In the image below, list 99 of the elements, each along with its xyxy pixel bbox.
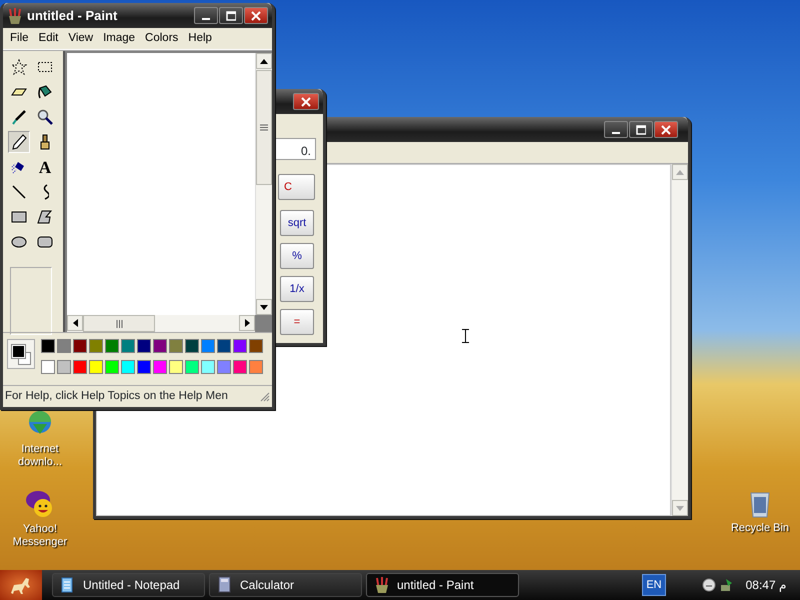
- color-swatch[interactable]: [185, 339, 199, 353]
- ellipse-icon: [11, 234, 27, 250]
- calculator-key[interactable]: C: [278, 174, 315, 200]
- color-swatch[interactable]: [121, 360, 135, 374]
- maximize-button[interactable]: [219, 7, 243, 24]
- maximize-button[interactable]: [629, 121, 653, 138]
- select-icon: [37, 59, 53, 75]
- up-arrow-icon: [676, 170, 684, 174]
- close-button[interactable]: [654, 121, 678, 138]
- calculator-key[interactable]: 1/x: [280, 276, 314, 302]
- close-button[interactable]: [293, 93, 319, 110]
- paint-brushes-icon: [7, 6, 23, 24]
- status-text: For Help, click Help Topics on the Help Men: [4, 388, 229, 404]
- color-swatch[interactable]: [201, 360, 215, 374]
- current-colors-box[interactable]: [7, 339, 35, 369]
- pencil-icon: [11, 134, 27, 150]
- color-swatch[interactable]: [41, 339, 55, 353]
- scroll-right-button[interactable]: [239, 315, 255, 331]
- color-swatch[interactable]: [217, 339, 231, 353]
- color-swatch[interactable]: [153, 339, 167, 353]
- calculator-key[interactable]: =: [280, 309, 314, 335]
- color-swatch[interactable]: [249, 339, 263, 353]
- color-swatch[interactable]: [169, 360, 183, 374]
- minimize-button[interactable]: [194, 7, 218, 24]
- maximize-icon: [226, 10, 236, 20]
- window-title: untitled - Paint: [27, 6, 118, 25]
- close-icon: [251, 10, 261, 20]
- color-swatch[interactable]: [105, 339, 119, 353]
- maximize-icon: [636, 124, 646, 134]
- picker-icon: [11, 109, 27, 125]
- minimize-icon: [612, 132, 620, 134]
- calculator-key[interactable]: %: [280, 243, 314, 269]
- menu-item[interactable]: Colors: [140, 30, 184, 48]
- minimize-button[interactable]: [604, 121, 628, 138]
- color-swatch[interactable]: [217, 360, 231, 374]
- menu-item[interactable]: Image: [98, 30, 140, 48]
- scroll-left-button[interactable]: [67, 315, 83, 331]
- color-swatch[interactable]: [41, 360, 55, 374]
- calculator-key[interactable]: sqrt: [280, 210, 314, 236]
- scroll-thumb[interactable]: [256, 70, 272, 185]
- grip-icon: [260, 124, 268, 131]
- vertical-scrollbar[interactable]: [255, 53, 272, 315]
- rectangle-icon: [11, 209, 27, 225]
- color-swatch[interactable]: [137, 339, 151, 353]
- foreground-color-swatch[interactable]: [12, 345, 25, 358]
- color-swatch[interactable]: [105, 360, 119, 374]
- right-arrow-icon: [244, 319, 250, 327]
- close-button[interactable]: [244, 7, 268, 24]
- magnifier-icon: [37, 109, 53, 125]
- left-arrow-icon: [72, 319, 78, 327]
- curve-icon: [41, 184, 49, 200]
- text-cursor-icon: [462, 329, 469, 343]
- free-select-icon: [11, 59, 27, 75]
- line-icon: [11, 184, 27, 200]
- down-arrow-icon: [260, 304, 268, 310]
- rounded-rectangle-icon: [37, 234, 53, 250]
- color-swatch[interactable]: [169, 339, 183, 353]
- color-swatch[interactable]: [57, 339, 71, 353]
- network-icon[interactable]: [720, 578, 734, 592]
- scroll-up-button[interactable]: [256, 53, 272, 69]
- up-arrow-icon: [260, 58, 268, 64]
- color-swatch[interactable]: [249, 360, 263, 374]
- close-icon: [301, 96, 311, 106]
- color-swatch[interactable]: [233, 360, 247, 374]
- language-indicator[interactable]: EN: [642, 574, 666, 596]
- taskbar-button[interactable]: Untitled - Notepad: [52, 573, 205, 597]
- menu-item[interactable]: File: [5, 30, 34, 48]
- minimize-icon: [202, 18, 210, 20]
- menu-item[interactable]: View: [63, 30, 98, 48]
- tool-button[interactable]: A: [34, 156, 56, 178]
- color-swatch[interactable]: [153, 360, 167, 374]
- color-swatch[interactable]: [57, 360, 71, 374]
- airbrush-icon: [11, 159, 27, 175]
- horizontal-scrollbar[interactable]: [67, 315, 255, 332]
- polygon-icon: [37, 209, 53, 225]
- grip-icon: [116, 320, 122, 328]
- scroll-down-button[interactable]: [256, 299, 272, 315]
- paint-brushes-icon: [373, 576, 391, 594]
- color-swatch[interactable]: [89, 360, 103, 374]
- menu-item[interactable]: Edit: [34, 30, 64, 48]
- color-swatch[interactable]: [233, 339, 247, 353]
- menu-item[interactable]: Help: [183, 30, 217, 48]
- color-swatch[interactable]: [73, 339, 87, 353]
- tool-button[interactable]: [8, 131, 30, 153]
- start-button[interactable]: [0, 570, 42, 600]
- color-swatch[interactable]: [73, 360, 87, 374]
- clock[interactable]: 08:47 م: [746, 576, 786, 594]
- down-arrow-icon: [676, 506, 684, 510]
- color-swatch[interactable]: [121, 339, 135, 353]
- fill-icon: [37, 84, 53, 100]
- scroll-thumb[interactable]: [83, 315, 155, 332]
- color-swatch[interactable]: [137, 360, 151, 374]
- color-swatch[interactable]: [201, 339, 215, 353]
- color-swatch[interactable]: [89, 339, 103, 353]
- close-icon: [661, 124, 671, 134]
- taskbar-button[interactable]: Calculator: [209, 573, 362, 597]
- taskbar-button[interactable]: untitled - Paint: [366, 573, 519, 597]
- resize-grip-icon[interactable]: [260, 392, 270, 402]
- color-swatch[interactable]: [185, 360, 199, 374]
